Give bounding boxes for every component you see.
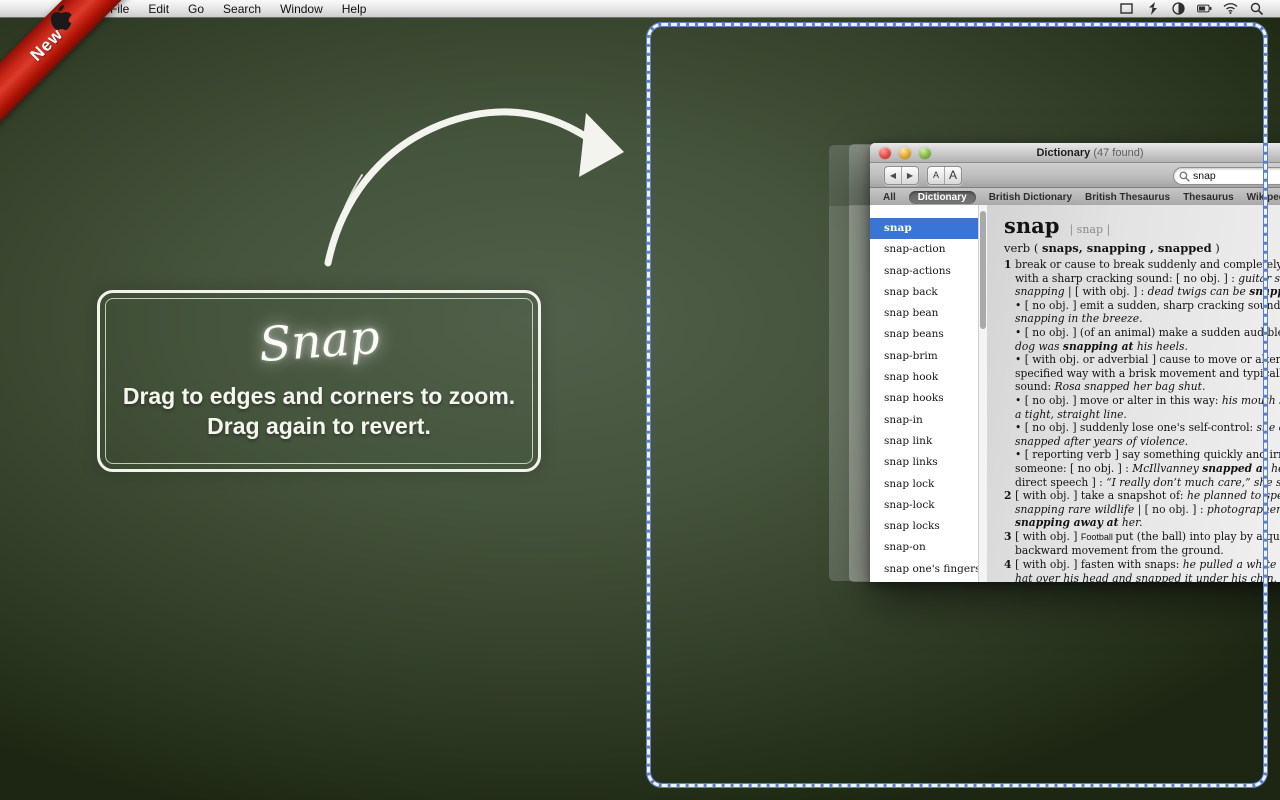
- search-input[interactable]: [1193, 170, 1280, 182]
- tab-thesaurus[interactable]: Thesaurus: [1183, 192, 1234, 203]
- sidebar-item-snap-one-s-fingers[interactable]: snap one's fingers: [870, 559, 978, 580]
- sidebar-item-snap-links[interactable]: snap links: [870, 452, 978, 473]
- arrow-icon: [300, 95, 640, 275]
- window-title: Dictionary (47 found): [870, 147, 1280, 159]
- sidebar-item-snap-lock[interactable]: snap lock: [870, 474, 978, 495]
- tab-all[interactable]: All: [883, 192, 896, 203]
- definition-line: a tight, straight line.: [1004, 408, 1280, 422]
- sidebar-item-snap-action[interactable]: snap-action: [870, 239, 978, 260]
- sidebar-item-snap-lock[interactable]: snap-lock: [870, 495, 978, 516]
- definition-line: backward movement from the ground.: [1004, 544, 1280, 558]
- definition-line: hat over his head and snapped it under h…: [1004, 572, 1280, 582]
- definition-line: snapping away at her.: [1004, 516, 1280, 530]
- definition-pane: snap | snap | verb ( snaps, snapping , s…: [987, 205, 1280, 582]
- sidebar-item-snap-bean[interactable]: snap bean: [870, 303, 978, 324]
- definition-body: 1 break or cause to break suddenly and c…: [1004, 258, 1280, 582]
- menu-item-go[interactable]: Go: [188, 2, 204, 16]
- tab-dictionary[interactable]: Dictionary: [909, 191, 976, 204]
- back-button[interactable]: ◀: [885, 167, 901, 184]
- part-of-speech-line: verb ( snaps, snapping , snapped ): [1004, 241, 1280, 255]
- dictionary-window: Dictionary (47 found) ◀ ▶ A A All Diction…: [870, 143, 1280, 582]
- definition-line: snapping in the breeze.: [1004, 312, 1280, 326]
- window-content: snapsnap-actionsnap-actionssnap backsnap…: [870, 205, 1280, 582]
- instruction-line-2: Drag again to revert.: [207, 411, 431, 441]
- menu-item-window[interactable]: Window: [280, 2, 323, 16]
- definition-line: someone: [ no obj. ] : McIllvanney snapp…: [1004, 462, 1280, 476]
- definition-line: • [ no obj. ] move or alter in this way:…: [1004, 394, 1280, 408]
- menu-item-help[interactable]: Help: [342, 2, 367, 16]
- sidebar-item-snap-back[interactable]: snap back: [870, 282, 978, 303]
- definition-line: dog was snapping at his heels.: [1004, 340, 1280, 354]
- sidebar-item-snap-locks[interactable]: snap locks: [870, 516, 978, 537]
- sidebar-item-snap-actions[interactable]: snap-actions: [870, 261, 978, 282]
- battery-icon[interactable]: [1197, 2, 1212, 16]
- sidebar-item-snap-link[interactable]: snap link: [870, 431, 978, 452]
- sidebar-item-snap-hook[interactable]: snap hook: [870, 367, 978, 388]
- spotlight-icon[interactable]: [1249, 2, 1264, 16]
- wifi-icon[interactable]: [1223, 2, 1238, 16]
- headword: snap: [1004, 213, 1059, 238]
- window-title-count: (47 found): [1093, 147, 1143, 159]
- bolt-icon[interactable]: [1145, 2, 1160, 16]
- instruction-box-title: Snap: [257, 309, 381, 372]
- sidebar-item-snap-beans[interactable]: snap beans: [870, 324, 978, 345]
- menu-item-edit[interactable]: Edit: [148, 2, 169, 16]
- desktop-background: FileEditGoSearchWindowHelp New: [0, 0, 1280, 800]
- definition-line: snapped after years of violence.: [1004, 435, 1280, 449]
- nav-buttons: ◀ ▶: [884, 166, 919, 185]
- menu-bar: FileEditGoSearchWindowHelp: [0, 0, 1280, 18]
- toolbar: ◀ ▶ A A: [870, 163, 1280, 188]
- results-sidebar: snapsnap-actionsnap-actionssnap backsnap…: [870, 205, 978, 582]
- font-smaller-button[interactable]: A: [928, 167, 944, 184]
- window-icon[interactable]: [1119, 2, 1134, 16]
- tab-wikipedia[interactable]: Wikipedia: [1247, 192, 1280, 203]
- menu-item-search[interactable]: Search: [223, 2, 261, 16]
- definition-heading: snap | snap |: [1004, 213, 1280, 238]
- apple-logo-icon[interactable]: [47, 3, 72, 38]
- sidebar-item-snap-brim[interactable]: snap-brim: [870, 346, 978, 367]
- definition-line: specified way with a brisk movement and …: [1004, 367, 1280, 381]
- definition-line: • [ no obj. ] (of an animal) make a sudd…: [1004, 326, 1280, 340]
- definition-line: 3 [ with obj. ] Football put (the ball) …: [1004, 530, 1280, 545]
- definition-line: • [ reporting verb ] say something quick…: [1004, 448, 1280, 462]
- scrollbar-thumb[interactable]: [980, 211, 986, 329]
- definition-line: 1 break or cause to break suddenly and c…: [1004, 258, 1280, 272]
- definition-line: • [ with obj. or adverbial ] cause to mo…: [1004, 353, 1280, 367]
- search-icon: [1179, 171, 1190, 182]
- definition-line: snapping rare wildlife | [ no obj. ] : p…: [1004, 503, 1280, 517]
- instruction-line-1: Drag to edges and corners to zoom.: [123, 381, 515, 411]
- status-icons: [1119, 2, 1280, 16]
- definition-line: snapping | [ with obj. ] : dead twigs ca…: [1004, 285, 1280, 299]
- pronunciation: | snap |: [1069, 223, 1110, 236]
- sidebar-item-snap-hooks[interactable]: snap hooks: [870, 388, 978, 409]
- sidebar-scrollbar[interactable]: [978, 205, 987, 582]
- tab-british-thesaurus[interactable]: British Thesaurus: [1085, 192, 1170, 203]
- tab-british-dictionary[interactable]: British Dictionary: [989, 192, 1072, 203]
- title-bar[interactable]: Dictionary (47 found): [870, 143, 1280, 163]
- definition-line: 2 [ with obj. ] take a snapshot of: he p…: [1004, 489, 1280, 503]
- definition-line: • [ no obj. ] suddenly lose one's self-c…: [1004, 421, 1280, 435]
- instruction-box: Snap Drag to edges and corners to zoom. …: [97, 290, 541, 472]
- definition-line: with a sharp cracking sound: [ no obj. ]…: [1004, 272, 1280, 286]
- search-field[interactable]: [1173, 167, 1280, 185]
- definition-line: • [ no obj. ] emit a sudden, sharp crack…: [1004, 299, 1280, 313]
- definition-line: 4 [ with obj. ] fasten with snaps: he pu…: [1004, 558, 1280, 572]
- sidebar-item-snap[interactable]: snap: [870, 218, 978, 239]
- forward-button[interactable]: ▶: [901, 167, 918, 184]
- sidebar-item-snap-on[interactable]: snap-on: [870, 537, 978, 558]
- clock-icon[interactable]: [1171, 2, 1186, 16]
- font-size-buttons: A A: [927, 166, 962, 185]
- definition-line: sound: Rosa snapped her bag shut.: [1004, 380, 1280, 394]
- font-larger-button[interactable]: A: [944, 167, 961, 184]
- sidebar-item-snap-in[interactable]: snap-in: [870, 410, 978, 431]
- definition-line: direct speech ] : “I really don’t much c…: [1004, 476, 1280, 490]
